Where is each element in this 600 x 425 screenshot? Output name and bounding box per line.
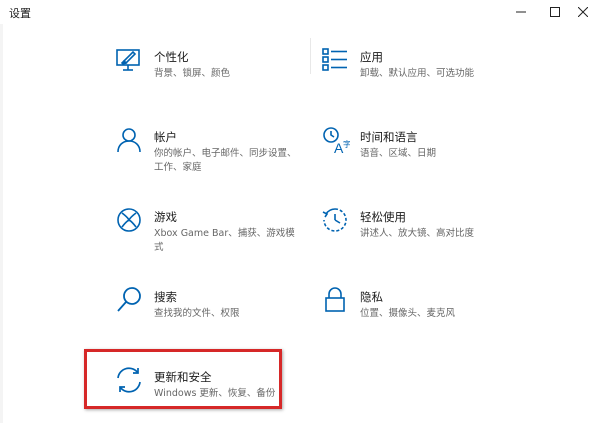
tile-description: 查找我的文件、权限 [154,308,240,319]
tile-description: 背景、锁屏、颜色 [154,68,231,79]
time-language-icon: A 字 [320,125,350,155]
ease-of-access-icon [320,205,350,235]
tile-privacy[interactable]: 隐私 位置、摄像头、麦克风 [320,285,520,345]
highlight-annotation-box [84,349,282,409]
tile-description: 讲述人、放大镜、高对比度 [360,228,475,239]
tile-name: 轻松使用 [360,210,406,224]
tile-description: Xbox Game Bar、捕获、游戏模式 [154,228,295,253]
tile-description: 位置、摄像头、麦克风 [360,308,456,319]
tile-description: 你的帐户、电子邮件、同步设置、工作、家庭 [154,148,297,173]
tile-gaming[interactable]: 游戏 Xbox Game Bar、捕获、游戏模式 [114,205,314,265]
personalization-icon [114,45,144,75]
minimize-button[interactable] [504,0,538,24]
tile-accounts[interactable]: 帐户 你的帐户、电子邮件、同步设置、工作、家庭 [114,125,314,185]
accounts-icon [114,125,144,155]
tile-time-language[interactable]: A 字 时间和语言 语音、区域、日期 [320,125,520,185]
sidebar-edge [0,24,3,423]
tile-name: 搜索 [154,290,177,304]
tile-description: 语音、区域、日期 [360,148,437,159]
tile-ease-of-access[interactable]: 轻松使用 讲述人、放大镜、高对比度 [320,205,520,265]
gaming-icon [114,205,144,235]
privacy-icon [320,285,350,315]
tile-personalization[interactable]: 个性化 背景、锁屏、颜色 [114,45,314,105]
title-bar: 设置 [0,0,600,24]
maximize-icon [550,7,560,17]
close-icon [578,7,588,17]
tile-name: 应用 [360,50,383,64]
tile-name: 帐户 [154,130,177,144]
tile-search[interactable]: 搜索 查找我的文件、权限 [114,285,314,345]
tile-apps[interactable]: 应用 卸载、默认应用、可选功能 [320,45,520,105]
tile-name: 个性化 [154,50,189,64]
search-icon [114,285,144,315]
tile-name: 游戏 [154,210,177,224]
tile-name: 时间和语言 [360,130,418,144]
close-button[interactable] [566,0,600,24]
apps-icon [320,45,350,75]
tile-description: 卸载、默认应用、可选功能 [360,68,475,79]
svg-text:字: 字 [343,139,350,149]
window-title: 设置 [9,7,31,20]
minimize-icon [516,11,526,13]
tile-name: 隐私 [360,290,383,304]
